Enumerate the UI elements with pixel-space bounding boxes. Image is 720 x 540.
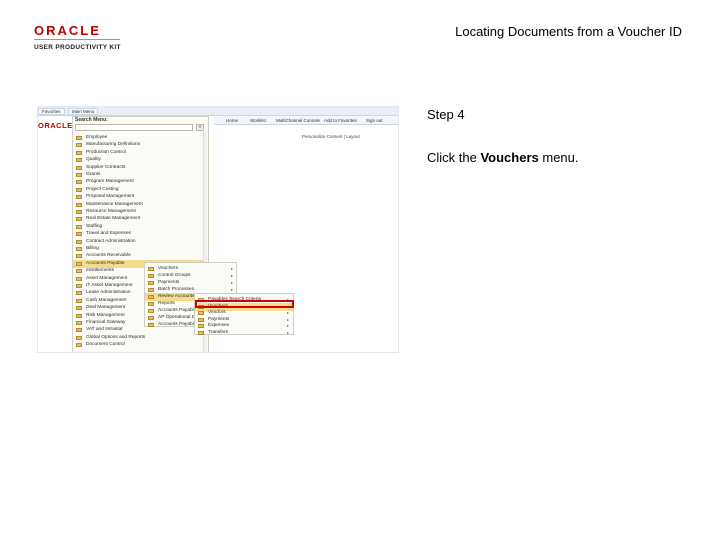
screenshot-oracle-logo: ORACLE: [38, 121, 73, 130]
review-submenu-item-label: Transfers: [208, 329, 229, 335]
folder-icon: [76, 224, 82, 229]
folder-icon: [76, 254, 82, 259]
main-menu-item[interactable]: Document Control: [73, 341, 203, 349]
folder-icon: [76, 343, 82, 348]
chevron-right-icon: ▸: [287, 329, 290, 335]
folder-icon: [148, 323, 154, 327]
folder-icon: [148, 281, 154, 285]
folder-icon: [76, 306, 82, 311]
tab-favorites[interactable]: Favorites: [38, 108, 65, 115]
logo-subtitle: USER PRODUCTIVITY KIT: [34, 44, 121, 51]
nav-worklist-link[interactable]: Worklist: [250, 118, 266, 123]
folder-icon: [76, 158, 82, 163]
instruction-prefix: Click the: [427, 150, 481, 165]
folder-icon: [76, 202, 82, 207]
folder-icon: [76, 165, 82, 170]
folder-icon: [76, 217, 82, 222]
folder-icon: [76, 180, 82, 185]
folder-icon: [148, 316, 154, 320]
review-submenu-item[interactable]: Transfers ▸: [195, 329, 293, 337]
folder-icon: [198, 317, 204, 322]
folder-icon: [76, 247, 82, 251]
folder-icon: [76, 313, 82, 318]
folder-icon: [76, 232, 82, 237]
nav-sign-out-link[interactable]: Sign out: [366, 118, 383, 123]
folder-icon: [76, 321, 82, 325]
folder-icon: [76, 195, 82, 200]
folder-icon: [148, 274, 154, 278]
folder-icon: [148, 302, 154, 306]
instruction-suffix: menu.: [538, 150, 579, 165]
screenshot-nav-links: Home Worklist MultiChannel Console Add t…: [214, 116, 398, 125]
folder-icon: [76, 269, 82, 274]
vouchers-callout-box: [195, 300, 294, 308]
folder-icon: [76, 136, 82, 140]
folder-icon: [198, 324, 204, 328]
folder-icon: [76, 328, 82, 333]
folder-icon: [76, 210, 82, 214]
folder-icon: [76, 284, 82, 288]
nav-add-favorites-link[interactable]: Add to Favorites: [324, 118, 357, 123]
folder-icon: [148, 309, 154, 313]
folder-icon: [198, 330, 204, 335]
logo-wordmark: ORACLE: [34, 23, 101, 38]
main-menu-item-label: Document Control: [86, 342, 125, 348]
search-menu-label: Search Menu:: [75, 117, 108, 123]
folder-icon: [76, 335, 82, 340]
folder-icon: [148, 288, 154, 292]
search-menu-input[interactable]: [75, 124, 193, 131]
folder-icon: [76, 150, 82, 155]
step-label: Step 4: [427, 107, 465, 122]
folder-icon: [76, 239, 82, 244]
document-title: Locating Documents from a Voucher ID: [455, 24, 682, 39]
folder-icon: [76, 291, 82, 296]
folder-icon: [76, 298, 82, 303]
logo-divider: [34, 39, 120, 40]
folder-icon: [148, 267, 154, 271]
folder-icon: [76, 261, 82, 266]
step-instruction: Click the Vouchers menu.: [427, 150, 579, 165]
folder-icon: [76, 143, 82, 148]
folder-icon: [148, 295, 154, 299]
folder-icon: [76, 276, 82, 281]
personalize-links[interactable]: Personalize Content | Layout: [302, 134, 360, 139]
nav-home-link[interactable]: Home: [226, 118, 238, 123]
screenshot-tab-bar: Favorites Main Menu: [38, 107, 398, 116]
folder-icon: [198, 311, 204, 315]
nav-multichannel-link[interactable]: MultiChannel Console: [276, 118, 320, 123]
application-screenshot: Favorites Main Menu ORACLE Home Worklist…: [37, 106, 399, 353]
folder-icon: [76, 187, 82, 192]
oracle-upk-logo: ORACLE USER PRODUCTIVITY KIT: [34, 24, 124, 51]
tab-main-menu[interactable]: Main Menu: [68, 108, 99, 115]
folder-icon: [76, 173, 82, 177]
instruction-target: Vouchers: [480, 150, 539, 165]
